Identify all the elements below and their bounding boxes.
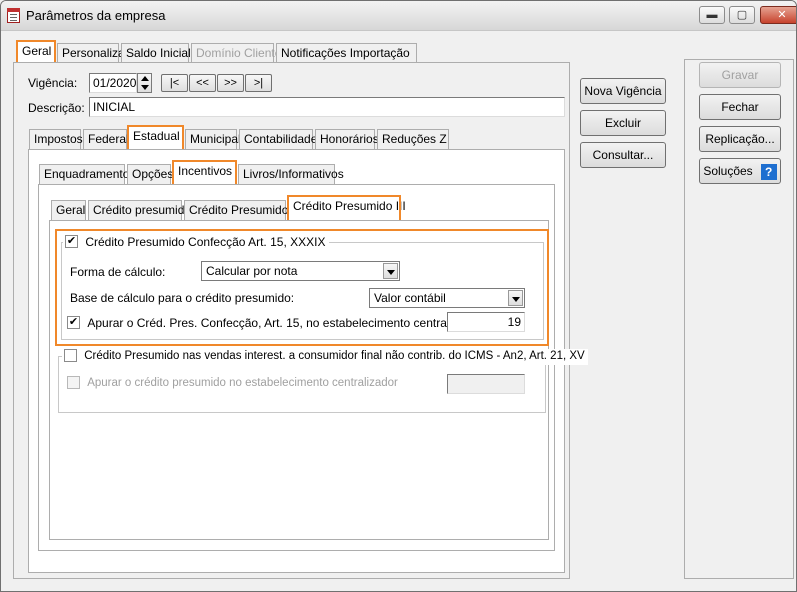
spin-down-icon[interactable] <box>141 85 149 90</box>
minimize-button[interactable]: ▬ <box>699 6 725 24</box>
replicacao-button[interactable]: Replicação... <box>699 126 781 152</box>
descricao-input[interactable]: INICIAL <box>89 97 565 117</box>
apurar-centralizador-label: Apurar o crédito presumido no estabeleci… <box>87 376 398 389</box>
next-vigencia-button[interactable]: >> <box>217 74 244 92</box>
tab-enquadramento[interactable]: Enquadramento <box>39 164 129 184</box>
tab-municipal[interactable]: Municipal <box>185 129 241 149</box>
base-calculo-select[interactable]: Valor contábil <box>369 288 525 308</box>
tab-livros-informativos[interactable]: Livros/Informativos <box>238 164 344 184</box>
confeccao-checkbox[interactable]: ✔ <box>65 235 78 249</box>
tab-credito-presumido[interactable]: Crédito presumido <box>88 200 191 220</box>
chevron-down-icon[interactable] <box>508 290 523 306</box>
apurar-confeccao-label: Apurar o Créd. Pres. Confecção, Art. 15,… <box>87 315 486 330</box>
tab-geral[interactable]: Geral <box>16 40 56 64</box>
help-icon: ? <box>760 163 777 180</box>
chevron-down-icon[interactable] <box>383 263 398 279</box>
tab-federal[interactable]: Federal <box>83 129 129 149</box>
incentivos-tab-strip: Geral Crédito presumido Crédito Presumid… <box>51 195 406 222</box>
forma-calculo-label: Forma de cálculo: <box>70 265 166 279</box>
apurar-confeccao-checkbox[interactable]: ✔ <box>67 316 80 330</box>
nova-vigencia-button[interactable]: Nova Vigência <box>580 78 666 104</box>
tab-reducoes-z[interactable]: Reduções Z <box>377 129 449 149</box>
estadual-tab-strip: Enquadramento Opções Incentivos Livros/I… <box>39 160 344 186</box>
tab-contabilidade[interactable]: Contabilidade <box>239 129 317 149</box>
tab-dominio-cliente[interactable]: Domínio Cliente <box>191 43 281 63</box>
prev-vigencia-button[interactable]: << <box>189 74 216 92</box>
fechar-button[interactable]: Fechar <box>699 94 781 120</box>
tab-incentivos[interactable]: Incentivos <box>172 160 237 186</box>
excluir-vigencia-button[interactable]: Excluir Vigência <box>580 110 666 154</box>
tab-estadual[interactable]: Estadual <box>127 125 184 151</box>
confeccao-checkbox-row[interactable]: ✔ Crédito Presumido Confecção Art. 15, X… <box>63 234 330 250</box>
forma-calculo-select[interactable]: Calcular por nota <box>201 261 400 281</box>
last-vigencia-button[interactable]: >| <box>245 74 272 92</box>
top-tab-strip: Geral Personaliza Saldo Inicial Domínio … <box>16 40 417 64</box>
vendas-interest-checkbox-row[interactable]: Crédito Presumido nas vendas interest. a… <box>62 349 588 365</box>
confeccao-checkbox-label: Crédito Presumido Confecção Art. 15, XXX… <box>85 234 326 249</box>
base-calculo-label: Base de cálculo para o crédito presumido… <box>70 291 295 305</box>
tab-inc-geral[interactable]: Geral <box>51 200 86 220</box>
gravar-button[interactable]: Gravar <box>699 62 781 88</box>
sub-tab-strip: Impostos Federal Estadual Municipal Cont… <box>29 125 449 151</box>
apurar-centralizador-checkbox[interactable] <box>67 376 80 389</box>
spin-up-icon[interactable] <box>141 76 149 81</box>
base-calculo-value: Valor contábil <box>374 291 446 305</box>
solucoes-button[interactable]: Soluções? <box>699 158 781 184</box>
tab-saldo-inicial[interactable]: Saldo Inicial <box>121 43 191 63</box>
consultar-button[interactable]: Consultar... <box>580 142 666 168</box>
apurar-confeccao-row[interactable]: ✔ Apurar o Créd. Pres. Confecção, Art. 1… <box>67 315 486 330</box>
maximize-button[interactable]: ▢ <box>729 6 755 24</box>
tab-notificacoes-importacao[interactable]: Notificações Importação <box>276 43 417 63</box>
forma-calculo-value: Calcular por nota <box>206 264 298 278</box>
apurar-centralizador-input[interactable] <box>447 374 525 394</box>
vigencia-input[interactable]: 01/2020 <box>89 73 137 93</box>
window-title: Parâmetros da empresa <box>26 8 166 23</box>
tab-opcoes[interactable]: Opções <box>127 164 173 184</box>
title-bar: Parâmetros da empresa ▬ ▢ ✕ <box>1 1 796 31</box>
tab-credito-presumido-ii[interactable]: Crédito Presumido II <box>184 200 298 220</box>
first-vigencia-button[interactable]: |< <box>161 74 188 92</box>
close-button[interactable]: ✕ <box>760 6 796 24</box>
apurar-centralizador-row[interactable]: Apurar o crédito presumido no estabeleci… <box>67 376 398 389</box>
app-document-icon <box>7 8 20 23</box>
apurar-confeccao-input[interactable]: 19 <box>447 312 525 332</box>
vendas-interest-label: Crédito Presumido nas vendas interest. a… <box>84 349 585 362</box>
descricao-label: Descrição: <box>28 101 85 115</box>
tab-personaliza[interactable]: Personaliza <box>57 43 125 63</box>
vigencia-spinner[interactable] <box>137 73 152 93</box>
solucoes-label: Soluções <box>703 164 753 178</box>
tab-impostos[interactable]: Impostos <box>29 129 83 149</box>
dialog-window: Parâmetros da empresa ▬ ▢ ✕ Geral Person… <box>0 0 797 592</box>
vigencia-label: Vigência: <box>28 76 78 90</box>
tab-credito-presumido-iii[interactable]: Crédito Presumido III <box>287 195 406 222</box>
vendas-interest-checkbox[interactable] <box>64 349 77 362</box>
tab-honorarios[interactable]: Honorários <box>315 129 379 149</box>
